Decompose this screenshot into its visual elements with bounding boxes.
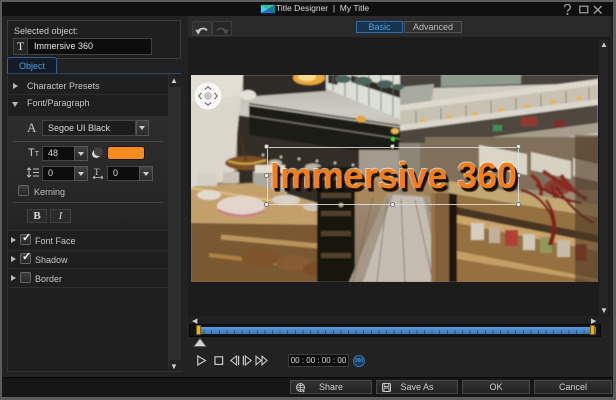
svg-text:T: T xyxy=(94,167,100,177)
